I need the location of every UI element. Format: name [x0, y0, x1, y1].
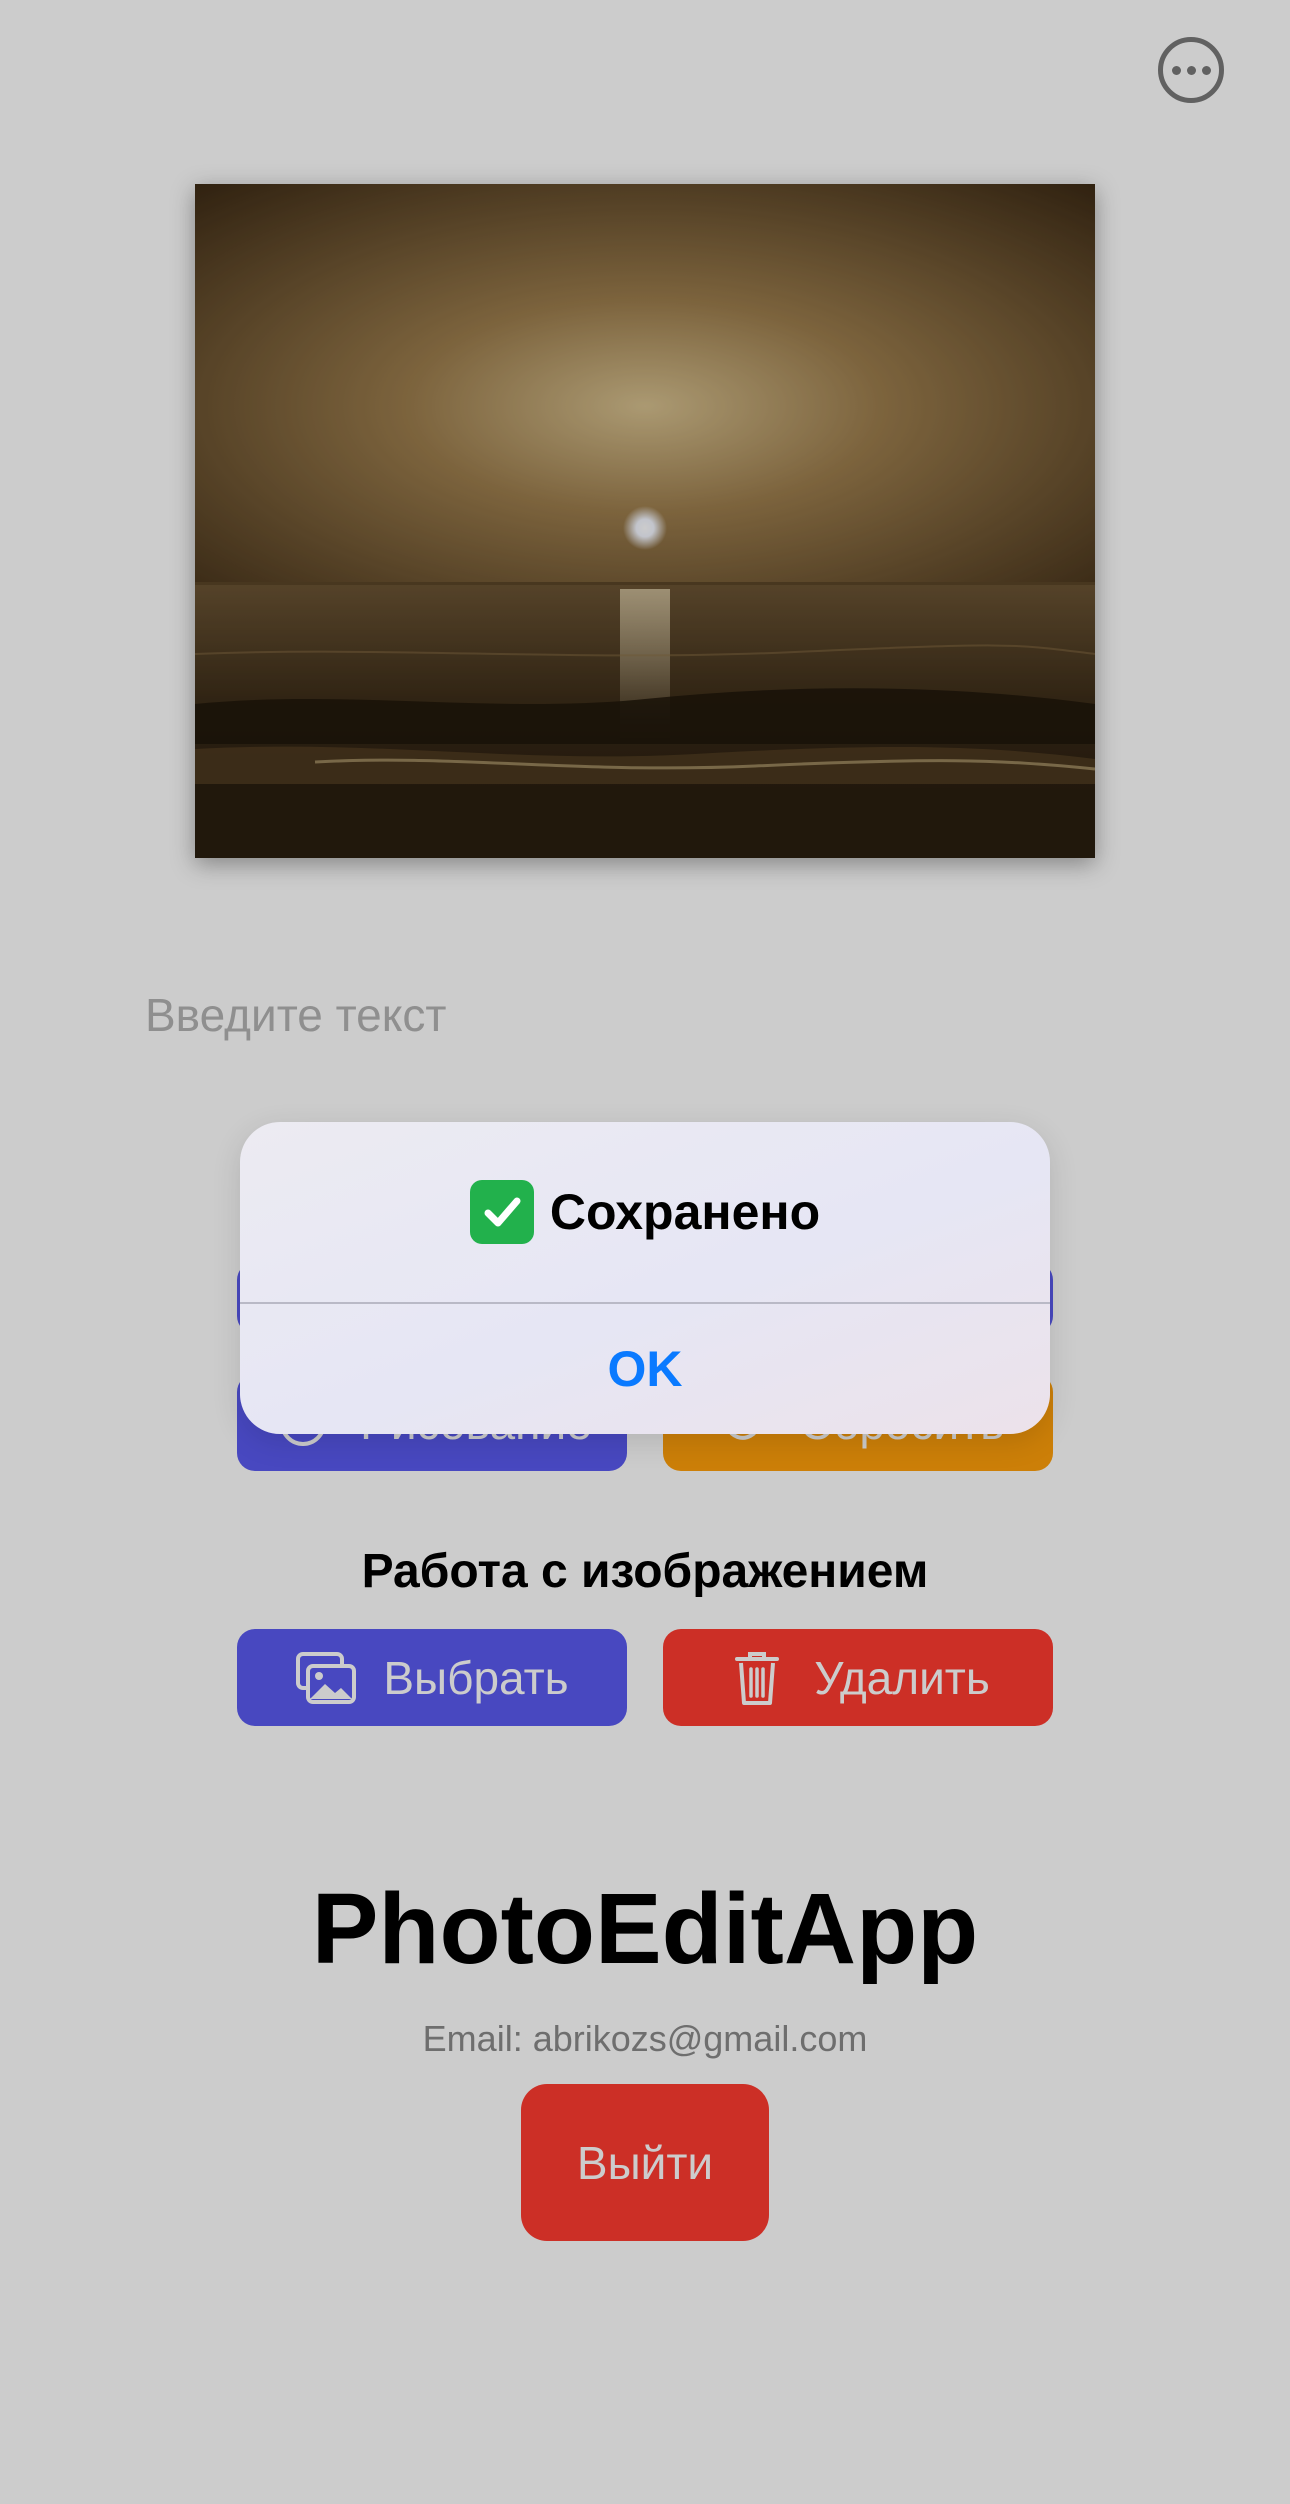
alert-message: Сохранено	[240, 1122, 1050, 1302]
alert-message-text: Сохранено	[549, 1184, 821, 1240]
alert-ok-button[interactable]: OK	[240, 1304, 1050, 1434]
check-mark-icon	[469, 1180, 534, 1244]
saved-alert: Сохранено OK	[240, 1122, 1050, 1434]
